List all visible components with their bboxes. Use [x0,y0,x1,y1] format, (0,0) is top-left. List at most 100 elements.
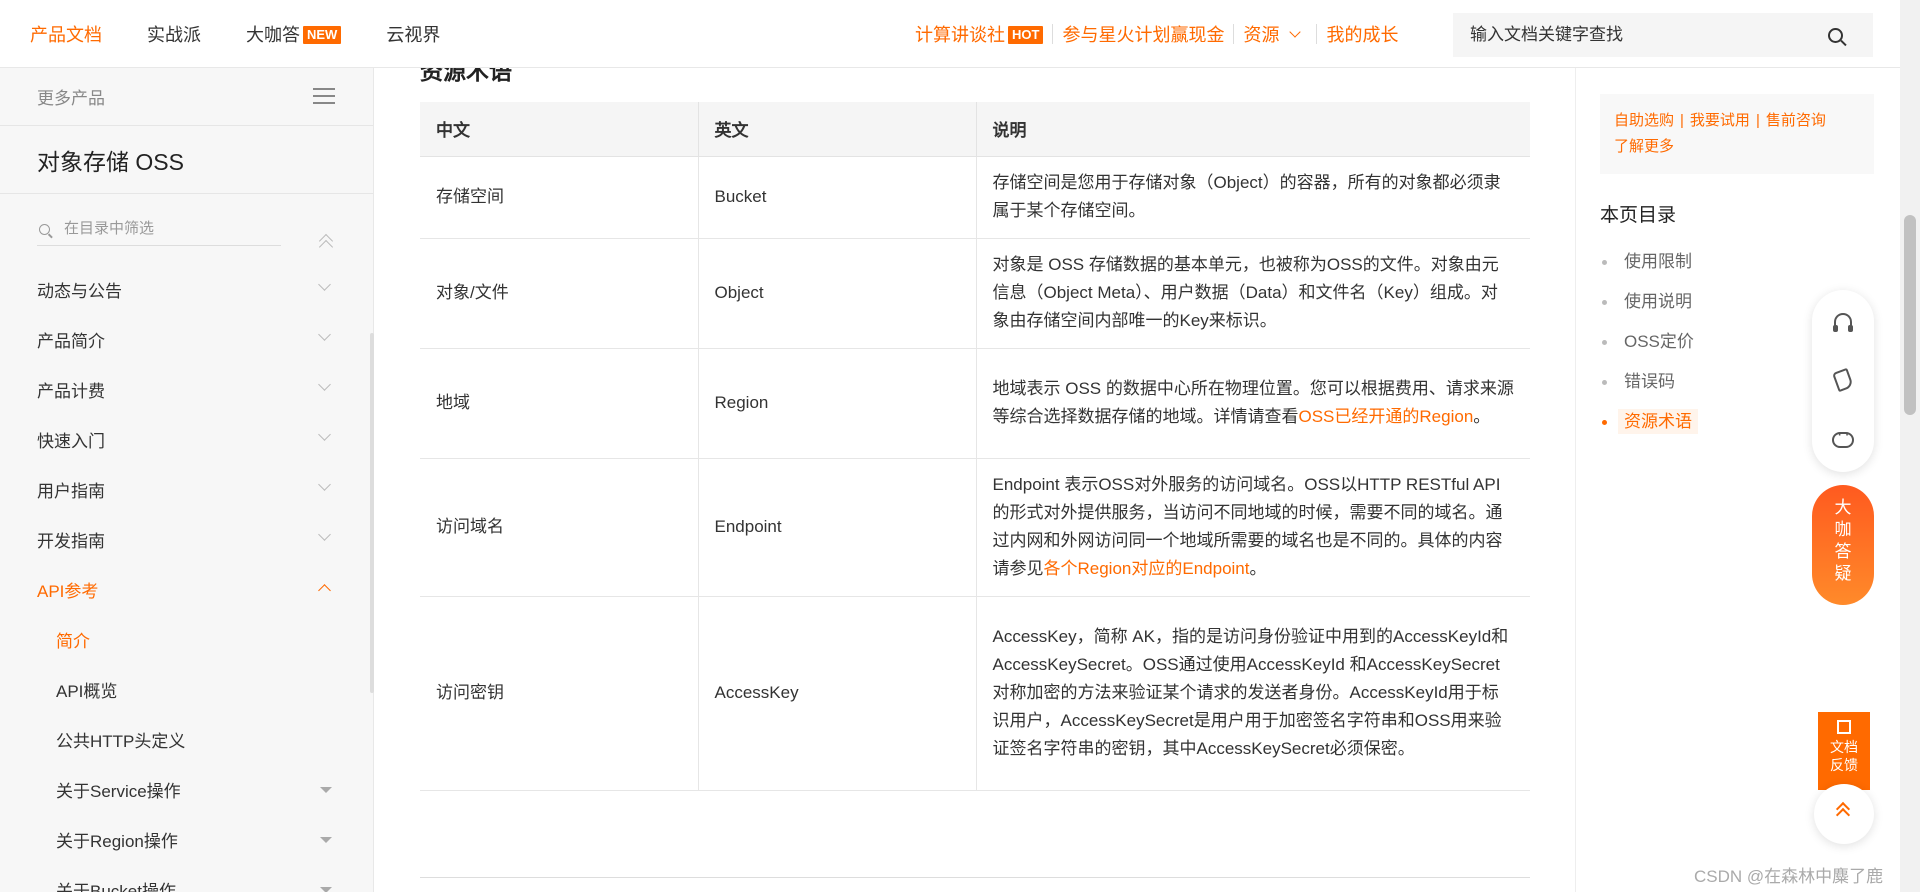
phone-button[interactable] [1812,350,1874,410]
sidebar-item-label: API参考 [37,581,99,601]
sidebar-toc: 动态与公告 产品简介 产品计费 快速入门 用户指南 开发指南 API参考 简介 … [0,264,372,892]
page-toc-item[interactable]: 错误码 [1600,364,1810,404]
sidebar-scrollbar[interactable] [370,333,374,693]
phone-icon [1832,367,1854,393]
table-row: 地域 Region 地域表示 OSS 的数据中心所在物理位置。您可以根据费用、请… [420,348,1530,459]
page-toc-item[interactable]: 使用限制 [1600,244,1810,284]
sidebar-subitem[interactable]: API概览 [0,664,372,714]
region-link[interactable]: OSS已经开通的Region [1299,407,1474,426]
cell-en: Endpoint [698,458,977,597]
cell-cn: 访问域名 [420,458,699,597]
product-title[interactable]: 对象存储 OSS [0,126,373,194]
cell-cn: 访问密钥 [420,596,699,791]
edit-icon [1837,720,1851,734]
sidebar-item-label: 产品简介 [37,331,105,351]
watermark: CSDN @在森林中麋了鹿 [1694,867,1884,886]
sidebar-subitem[interactable]: 关于Bucket操作 [0,864,372,892]
sidebar-item-api[interactable]: API参考 [0,564,372,614]
caret-down-icon [320,787,332,793]
collapse-all-icon[interactable] [318,232,336,255]
sidebar-subitem[interactable]: 关于Region操作 [0,814,372,864]
cell-desc: Endpoint 表示OSS对外服务的访问域名。OSS以HTTP RESTful… [976,458,1530,597]
search-icon [39,224,50,235]
chevron-down-icon [318,478,331,491]
promo-trial[interactable]: 我要试用 [1690,112,1750,129]
right-column-divider [1575,68,1576,892]
hot-badge: HOT [1008,26,1044,44]
ask-experts-button[interactable]: 大 咖 答 疑 [1812,485,1874,605]
promo-box: 自助选购 | 我要试用 | 售前咨询 了解更多 [1600,94,1874,174]
new-badge: NEW [303,26,342,44]
sidebar-item-label: 用户指南 [37,481,105,501]
chevron-down-icon [1289,26,1302,38]
nav-experts[interactable]: 大咖答 NEW [246,21,342,47]
page-toc-title: 本页目录 [1600,205,1677,226]
sidebar-subitem-active[interactable]: 简介 [0,614,372,664]
page-toc-label: OSS定价 [1624,332,1694,351]
sidebar-subitem[interactable]: 关于Service操作 [0,764,372,814]
cell-en: Region [698,348,977,459]
chat-button[interactable] [1812,410,1874,470]
cell-en: AccessKey [698,596,977,791]
cell-cn: 存储空间 [420,156,699,239]
nav-practice[interactable]: 实战派 [147,21,201,47]
feedback-line: 反馈 [1830,757,1858,773]
promo-self-purchase[interactable]: 自助选购 [1614,112,1674,129]
nav-divider [1052,24,1054,44]
caret-down-icon [320,887,332,892]
col-header: 说明 [976,102,1530,157]
nav-product-docs[interactable]: 产品文档 [30,21,102,47]
page-toc-item[interactable]: 使用说明 [1600,284,1810,324]
feedback-line: 文档 [1830,739,1858,755]
nav-cloud-vision[interactable]: 云视界 [386,21,440,47]
nav-divider [1316,24,1318,44]
sidebar-item[interactable]: 开发指南 [0,514,372,564]
nav-divider [1233,24,1235,44]
search-input[interactable] [1470,25,1830,45]
menu-icon[interactable] [313,88,335,106]
ask-char: 大 [1834,498,1852,517]
page-toc-item[interactable]: OSS定价 [1600,324,1810,364]
sidebar-item-label: 公共HTTP头定义 [56,731,186,751]
sidebar-item-label: 关于Region操作 [56,831,178,851]
more-products[interactable]: 更多产品 [0,68,373,126]
back-to-top-button[interactable] [1814,784,1874,844]
nav-resources-label: 资源 [1243,25,1280,45]
sidebar-item[interactable]: 产品计费 [0,364,372,414]
chevron-down-icon [318,328,331,341]
toc-filter [37,218,281,246]
page-scrollbar[interactable] [1900,0,1920,892]
toc-filter-input[interactable] [64,220,274,237]
page-toc-label: 使用说明 [1624,292,1692,311]
nav-growth[interactable]: 我的成长 [1326,21,1398,47]
table-row: 访问域名 Endpoint Endpoint 表示OSS对外服务的访问域名。OS… [420,458,1530,597]
page-toc-item-active[interactable]: 资源术语 [1600,404,1810,444]
nav-campaign[interactable]: 参与星火计划赢现金 [1062,21,1224,47]
nav-resources[interactable]: 资源 [1243,21,1307,47]
sidebar-item-label: 开发指南 [37,531,105,551]
sidebar-item[interactable]: 用户指南 [0,464,372,514]
promo-learn-more[interactable]: 了解更多 [1614,138,1674,155]
nav-community[interactable]: 计算讲谈社 HOT [915,21,1044,47]
headset-icon [1833,313,1853,332]
page-toc-label: 使用限制 [1624,252,1692,271]
search-icon[interactable] [1828,28,1843,43]
promo-presales[interactable]: 售前咨询 [1766,112,1826,129]
sidebar-item[interactable]: 动态与公告 [0,264,372,314]
endpoint-link[interactable]: 各个Region对应的Endpoint [1044,559,1250,578]
top-nav-left: 产品文档 实战派 大咖答 NEW 云视界 [30,0,440,68]
doc-feedback-button[interactable]: 文档 反馈 [1818,712,1870,790]
sidebar-item-label: 关于Service操作 [56,781,181,801]
floating-tools [1812,290,1874,472]
chevron-down-icon [318,428,331,441]
col-header: 中文 [420,102,699,157]
scrollbar-thumb[interactable] [1904,215,1916,415]
sidebar-item[interactable]: 产品简介 [0,314,372,364]
sidebar-item-label: 产品计费 [37,381,105,401]
cell-desc: 对象是 OSS 存储数据的基本单元，也被称为OSS的文件。对象由元信息（Obje… [976,238,1530,349]
sidebar-subitem[interactable]: 公共HTTP头定义 [0,714,372,764]
sidebar-item-label: 快速入门 [37,431,105,451]
sidebar-item[interactable]: 快速入门 [0,414,372,464]
support-button[interactable] [1812,290,1874,350]
sidebar-item-label: API概览 [56,681,118,701]
